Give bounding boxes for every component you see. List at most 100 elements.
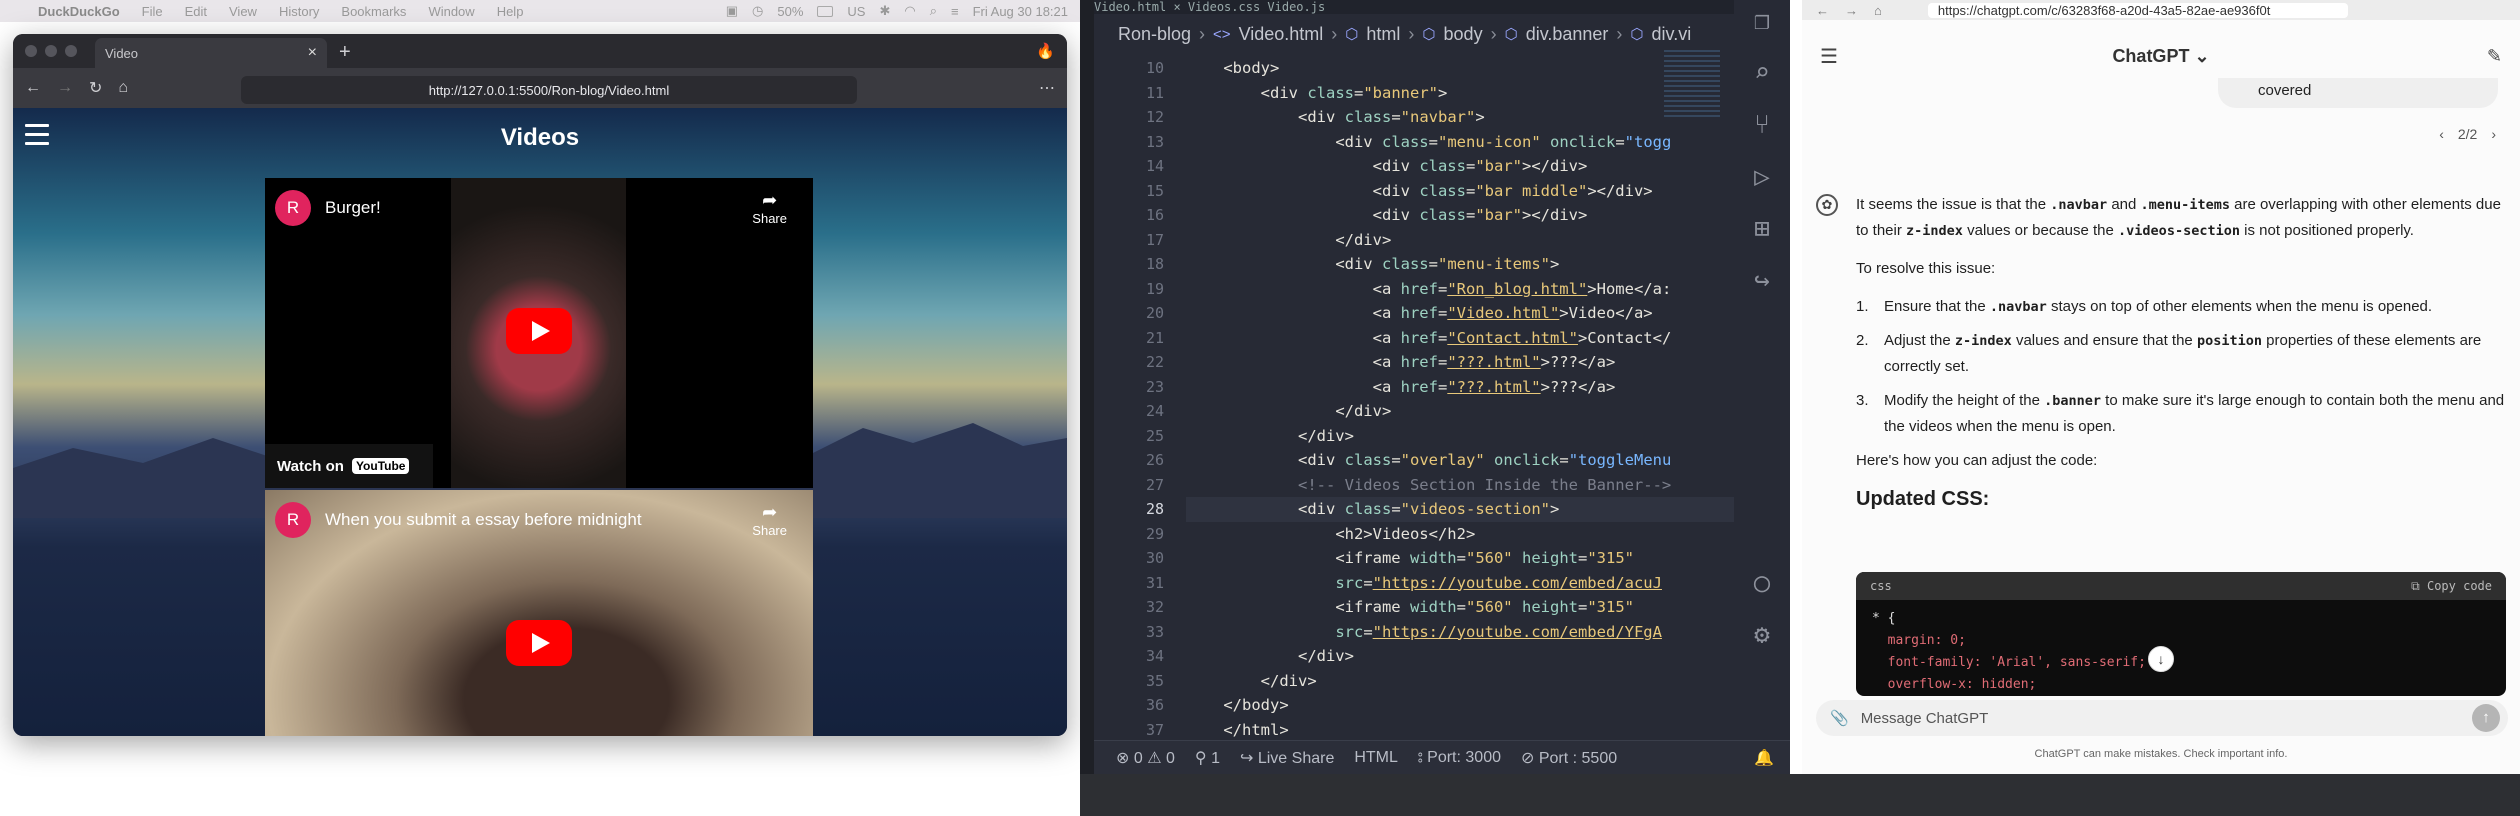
play-button[interactable] <box>506 620 572 666</box>
search-icon[interactable]: ⌕ <box>930 3 937 19</box>
app-name[interactable]: DuckDuckGo <box>38 4 120 19</box>
account-icon[interactable]: ◯ <box>1754 568 1770 598</box>
reload-icon[interactable]: ↻ <box>89 78 102 98</box>
address-bar[interactable]: https://chatgpt.com/c/63283f68-a20d-43a5… <box>1927 2 2348 18</box>
minimize-window-button[interactable] <box>45 45 57 57</box>
code-line[interactable]: <div class="navbar"> <box>1186 105 1746 130</box>
video-title[interactable]: When you submit a essay before midnight <box>325 510 642 530</box>
home-icon[interactable]: ⌂ <box>118 79 128 97</box>
message-input[interactable]: Message ChatGPT <box>1861 710 1989 727</box>
close-tab-icon[interactable]: × <box>308 44 317 62</box>
new-tab-icon[interactable]: + <box>339 41 351 64</box>
ports-indicator[interactable]: ⚲ 1 <box>1195 748 1220 768</box>
menu-view[interactable]: View <box>229 4 257 19</box>
live-share-icon[interactable]: ↪ <box>1754 266 1770 296</box>
forward-icon[interactable]: → <box>57 79 73 97</box>
channel-avatar[interactable]: R <box>275 190 311 226</box>
code-line[interactable]: </div> <box>1186 644 1746 669</box>
code-line[interactable]: </div> <box>1186 399 1746 424</box>
language-mode[interactable]: HTML <box>1354 749 1398 767</box>
code-line[interactable]: <iframe width="560" height="315" <box>1186 595 1746 620</box>
editor-tabs[interactable]: Video.html × Videos.css Video.js <box>1094 0 1790 14</box>
code-line[interactable]: <div class="overlay" onclick="toggleMenu <box>1186 448 1746 473</box>
code-line[interactable]: <div class="banner"> <box>1186 81 1746 106</box>
breadcrumb-banner[interactable]: div.banner <box>1526 24 1609 45</box>
forward-icon[interactable]: → <box>1845 3 1858 18</box>
breadcrumb-body[interactable]: body <box>1444 24 1483 45</box>
code-line[interactable]: <a href="???.html">???</a> <box>1186 375 1746 400</box>
share-button[interactable]: ➦ Share <box>752 190 787 226</box>
code-line[interactable]: </div> <box>1186 228 1746 253</box>
breadcrumb-html[interactable]: html <box>1366 24 1400 45</box>
close-window-button[interactable] <box>25 45 37 57</box>
screen-icon[interactable]: ▣ <box>726 3 738 19</box>
breadcrumb-vi[interactable]: div.vi <box>1652 24 1692 45</box>
copy-code-button[interactable]: ⧉ Copy code <box>2411 579 2492 594</box>
code-line[interactable]: </div> <box>1186 424 1746 449</box>
home-icon[interactable]: ⌂ <box>1874 3 1882 18</box>
address-bar[interactable]: http://127.0.0.1:5500/Ron-blog/Video.htm… <box>241 76 857 104</box>
next-response-icon[interactable]: › <box>2491 126 2496 142</box>
menu-bookmarks[interactable]: Bookmarks <box>341 4 406 19</box>
breadcrumb-folder[interactable]: Ron-blog <box>1118 24 1191 45</box>
code-editor[interactable]: <body> <div class="banner"> <div class="… <box>1186 56 1746 742</box>
menu-file[interactable]: File <box>142 4 163 19</box>
menu-edit[interactable]: Edit <box>185 4 207 19</box>
bluetooth-icon[interactable]: ✱ <box>879 3 890 19</box>
zoom-window-button[interactable] <box>65 45 77 57</box>
code-line[interactable]: </html> <box>1186 718 1746 743</box>
port-5500-status[interactable]: ⊘ Port : 5500 <box>1521 748 1617 768</box>
more-options-icon[interactable]: ⋯ <box>1039 78 1055 98</box>
battery-label[interactable]: 50% <box>777 4 803 19</box>
settings-gear-icon[interactable]: ⚙ <box>1754 620 1770 650</box>
code-line[interactable]: <iframe width="560" height="315" <box>1186 546 1746 571</box>
model-selector[interactable]: ChatGPT ⌄ <box>1802 46 2520 67</box>
message-composer[interactable]: 📎 Message ChatGPT ↑ <box>1816 700 2508 736</box>
code-line[interactable]: <div class="bar middle"></div> <box>1186 179 1746 204</box>
extensions-icon[interactable]: ⊞ <box>1754 214 1770 244</box>
code-line[interactable]: <a href="Video.html">Video</a> <box>1186 301 1746 326</box>
video-title[interactable]: Burger! <box>325 198 381 218</box>
send-button[interactable]: ↑ <box>2472 704 2500 732</box>
code-line[interactable]: <div class="menu-items"> <box>1186 252 1746 277</box>
share-button[interactable]: ➦ Share <box>752 502 787 538</box>
code-line[interactable]: <!-- Videos Section Inside the Banner--> <box>1186 473 1746 498</box>
attach-icon[interactable]: 📎 <box>1830 709 1849 727</box>
watch-on-youtube-button[interactable]: Watch on YouTube <box>265 444 433 488</box>
clock-label[interactable]: Fri Aug 30 18:21 <box>973 4 1068 19</box>
back-icon[interactable]: ← <box>25 79 41 97</box>
clock-icon[interactable]: ◷ <box>752 3 763 19</box>
code-line[interactable]: src="https://youtube.com/embed/acuJ <box>1186 571 1746 596</box>
run-debug-icon[interactable]: ▷ <box>1754 162 1770 192</box>
code-line[interactable]: <h2>Videos</h2> <box>1186 522 1746 547</box>
live-share-button[interactable]: ↪ Live Share <box>1240 748 1334 768</box>
explorer-icon[interactable]: ❐ <box>1754 6 1770 36</box>
menu-history[interactable]: History <box>279 4 319 19</box>
code-line[interactable]: </body> <box>1186 693 1746 718</box>
control-center-icon[interactable]: ≡ <box>951 4 959 19</box>
code-line[interactable]: <div class="videos-section"> <box>1186 497 1746 522</box>
video-embed-2[interactable]: R When you submit a essay before midnigh… <box>265 490 813 736</box>
scroll-down-button[interactable]: ↓ <box>2148 646 2174 672</box>
code-line[interactable]: <a href="???.html">???</a> <box>1186 350 1746 375</box>
code-line[interactable]: <div class="bar"></div> <box>1186 154 1746 179</box>
port-3000-status[interactable]: ⦂ Port: 3000 <box>1418 749 1501 767</box>
source-control-icon[interactable]: ⑂ <box>1754 110 1770 140</box>
code-line[interactable]: <a href="Ron_blog.html">Home</a: <box>1186 277 1746 302</box>
keyboard-layout[interactable]: US <box>847 4 865 19</box>
back-icon[interactable]: ← <box>1816 3 1829 18</box>
code-line[interactable]: </div> <box>1186 669 1746 694</box>
code-line[interactable]: <a href="Contact.html">Contact</ <box>1186 326 1746 351</box>
wifi-icon[interactable]: ◠ <box>904 3 915 19</box>
menu-help[interactable]: Help <box>497 4 524 19</box>
breadcrumb-file[interactable]: Video.html <box>1239 24 1324 45</box>
minimap[interactable] <box>1664 50 1720 120</box>
problems-indicator[interactable]: ⊗ 0 ⚠ 0 <box>1116 748 1175 768</box>
menu-window[interactable]: Window <box>428 4 474 19</box>
play-button[interactable] <box>506 308 572 354</box>
notifications-bell-icon[interactable]: 🔔 <box>1754 748 1790 768</box>
search-icon[interactable]: ⌕ <box>1754 58 1770 88</box>
previous-response-icon[interactable]: ‹ <box>2439 126 2444 142</box>
fire-icon[interactable]: 🔥 <box>1036 42 1055 60</box>
code-line[interactable]: <body> <box>1186 56 1746 81</box>
